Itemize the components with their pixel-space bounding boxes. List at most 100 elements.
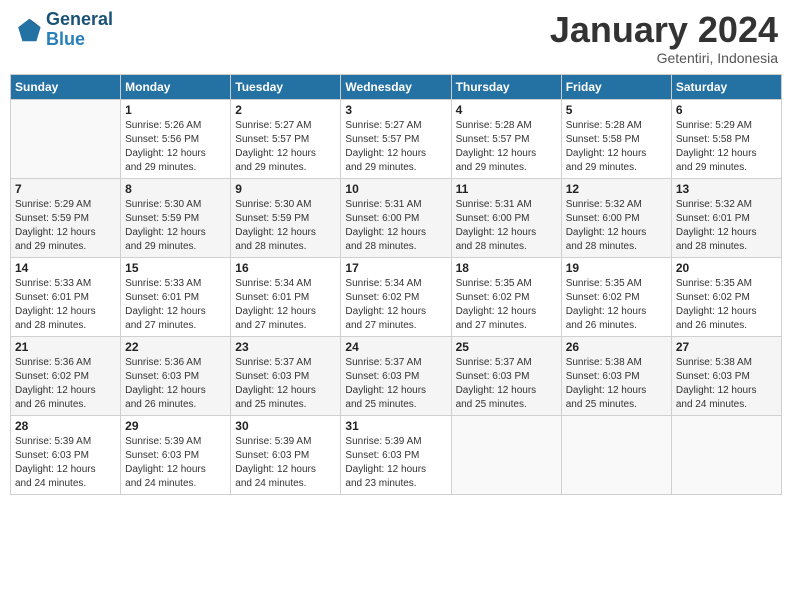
calendar-cell: 25 Sunrise: 5:37 AM Sunset: 6:03 PM Dayli…	[451, 336, 561, 415]
weekday-header-thursday: Thursday	[451, 74, 561, 99]
day-number: 8	[125, 182, 226, 196]
calendar-cell: 24Sunrise: 5:37 AM Sunset: 6:03 PM Dayli…	[341, 336, 451, 415]
logo-line1: General	[46, 10, 113, 30]
title-block: January 2024 Getentiri, Indonesia	[550, 10, 778, 66]
day-info: Sunrise: 5:31 AM Sunset: 6:00 PM Dayligh…	[456, 198, 557, 254]
day-number: 28	[15, 419, 116, 433]
calendar-cell	[451, 415, 561, 494]
calendar-cell: 31 Sunrise: 5:39 AM Sunset: 6:03 PM Dayli…	[341, 415, 451, 494]
day-number: 10	[345, 182, 446, 196]
day-info: Sunrise: 5:35 AM Sunset: 6:02 PM Dayligh…	[566, 277, 667, 333]
calendar-cell: 4 Sunrise: 5:28 AM Sunset: 5:57 PM Daylig…	[451, 99, 561, 178]
weekday-header-wednesday: Wednesday	[341, 74, 451, 99]
calendar-cell: 14Sunrise: 5:33 AM Sunset: 6:01 PM Dayli…	[11, 257, 121, 336]
calendar-week-1: 1 Sunrise: 5:26 AM Sunset: 5:56 PM Daylig…	[11, 99, 782, 178]
logo: General Blue	[14, 10, 113, 50]
day-info: Sunrise: 5:37 AM Sunset: 6:03 PM Dayligh…	[235, 356, 336, 412]
day-number: 4	[456, 103, 557, 117]
day-number: 21	[15, 340, 116, 354]
location: Getentiri, Indonesia	[550, 50, 778, 66]
day-info: Sunrise: 5:30 AM Sunset: 5:59 PM Dayligh…	[125, 198, 226, 254]
calendar-cell: 3 Sunrise: 5:27 AM Sunset: 5:57 PM Daylig…	[341, 99, 451, 178]
weekday-header-monday: Monday	[121, 74, 231, 99]
calendar-cell: 28Sunrise: 5:39 AM Sunset: 6:03 PM Dayli…	[11, 415, 121, 494]
calendar-cell: 5 Sunrise: 5:28 AM Sunset: 5:58 PM Daylig…	[561, 99, 671, 178]
calendar-week-4: 21 Sunrise: 5:36 AM Sunset: 6:02 PM Dayli…	[11, 336, 782, 415]
calendar-cell: 26 Sunrise: 5:38 AM Sunset: 6:03 PM Dayli…	[561, 336, 671, 415]
day-number: 29	[125, 419, 226, 433]
calendar-cell: 2Sunrise: 5:27 AM Sunset: 5:57 PM Daylig…	[231, 99, 341, 178]
day-number: 15	[125, 261, 226, 275]
day-info: Sunrise: 5:39 AM Sunset: 6:03 PM Dayligh…	[345, 435, 446, 491]
day-number: 3	[345, 103, 446, 117]
day-number: 30	[235, 419, 336, 433]
day-number: 16	[235, 261, 336, 275]
day-info: Sunrise: 5:36 AM Sunset: 6:02 PM Dayligh…	[15, 356, 116, 412]
day-info: Sunrise: 5:39 AM Sunset: 6:03 PM Dayligh…	[125, 435, 226, 491]
day-number: 23	[235, 340, 336, 354]
day-number: 5	[566, 103, 667, 117]
calendar-cell: 12Sunrise: 5:32 AM Sunset: 6:00 PM Dayli…	[561, 178, 671, 257]
calendar-cell: 29 Sunrise: 5:39 AM Sunset: 6:03 PM Dayli…	[121, 415, 231, 494]
calendar-cell: 9Sunrise: 5:30 AM Sunset: 5:59 PM Daylig…	[231, 178, 341, 257]
logo-icon	[14, 16, 42, 44]
logo-text: General Blue	[46, 10, 113, 50]
weekday-header-friday: Friday	[561, 74, 671, 99]
weekday-header-row: SundayMondayTuesdayWednesdayThursdayFrid…	[11, 74, 782, 99]
day-info: Sunrise: 5:33 AM Sunset: 6:01 PM Dayligh…	[125, 277, 226, 333]
calendar-cell	[11, 99, 121, 178]
day-info: Sunrise: 5:27 AM Sunset: 5:57 PM Dayligh…	[345, 119, 446, 175]
day-number: 24	[345, 340, 446, 354]
day-number: 19	[566, 261, 667, 275]
day-info: Sunrise: 5:28 AM Sunset: 5:57 PM Dayligh…	[456, 119, 557, 175]
day-info: Sunrise: 5:39 AM Sunset: 6:03 PM Dayligh…	[235, 435, 336, 491]
day-number: 9	[235, 182, 336, 196]
day-number: 14	[15, 261, 116, 275]
day-info: Sunrise: 5:32 AM Sunset: 6:01 PM Dayligh…	[676, 198, 777, 254]
calendar-cell: 11 Sunrise: 5:31 AM Sunset: 6:00 PM Dayli…	[451, 178, 561, 257]
day-info: Sunrise: 5:31 AM Sunset: 6:00 PM Dayligh…	[345, 198, 446, 254]
day-number: 27	[676, 340, 777, 354]
logo-line2: Blue	[46, 30, 113, 50]
calendar-week-3: 14 Sunrise: 5:33 AM Sunset: 6:01 PM Dayli…	[11, 257, 782, 336]
day-number: 13	[676, 182, 777, 196]
day-number: 22	[125, 340, 226, 354]
calendar-cell: 8 Sunrise: 5:30 AM Sunset: 5:59 PM Daylig…	[121, 178, 231, 257]
day-number: 11	[456, 182, 557, 196]
calendar-cell: 20 Sunrise: 5:35 AM Sunset: 6:02 PM Dayli…	[671, 257, 781, 336]
page-header: General Blue January 2024 Getentiri, Ind…	[10, 10, 782, 66]
day-info: Sunrise: 5:29 AM Sunset: 5:58 PM Dayligh…	[676, 119, 777, 175]
calendar-cell: 30 Sunrise: 5:39 AM Sunset: 6:03 PM Dayli…	[231, 415, 341, 494]
calendar-cell: 23 Sunrise: 5:37 AM Sunset: 6:03 PM Dayli…	[231, 336, 341, 415]
calendar-cell: 21 Sunrise: 5:36 AM Sunset: 6:02 PM Dayli…	[11, 336, 121, 415]
calendar-cell: 10 Sunrise: 5:31 AM Sunset: 6:00 PM Dayli…	[341, 178, 451, 257]
day-number: 17	[345, 261, 446, 275]
day-number: 25	[456, 340, 557, 354]
day-number: 12	[566, 182, 667, 196]
day-number: 2	[235, 103, 336, 117]
day-number: 1	[125, 103, 226, 117]
day-info: Sunrise: 5:36 AM Sunset: 6:03 PM Dayligh…	[125, 356, 226, 412]
day-number: 31	[345, 419, 446, 433]
calendar-cell: 6Sunrise: 5:29 AM Sunset: 5:58 PM Daylig…	[671, 99, 781, 178]
weekday-header-sunday: Sunday	[11, 74, 121, 99]
day-info: Sunrise: 5:38 AM Sunset: 6:03 PM Dayligh…	[566, 356, 667, 412]
calendar-body: 1 Sunrise: 5:26 AM Sunset: 5:56 PM Daylig…	[11, 99, 782, 494]
calendar-week-5: 28 Sunrise: 5:39 AM Sunset: 6:03 PM Dayli…	[11, 415, 782, 494]
day-info: Sunrise: 5:34 AM Sunset: 6:02 PM Dayligh…	[345, 277, 446, 333]
calendar-cell: 22 Sunrise: 5:36 AM Sunset: 6:03 PM Dayli…	[121, 336, 231, 415]
weekday-header-saturday: Saturday	[671, 74, 781, 99]
day-info: Sunrise: 5:26 AM Sunset: 5:56 PM Dayligh…	[125, 119, 226, 175]
day-number: 26	[566, 340, 667, 354]
day-info: Sunrise: 5:37 AM Sunset: 6:03 PM Dayligh…	[456, 356, 557, 412]
calendar-cell: 16Sunrise: 5:34 AM Sunset: 6:01 PM Dayli…	[231, 257, 341, 336]
calendar-cell: 7 Sunrise: 5:29 AM Sunset: 5:59 PM Daylig…	[11, 178, 121, 257]
calendar-cell: 13 Sunrise: 5:32 AM Sunset: 6:01 PM Dayli…	[671, 178, 781, 257]
calendar-cell: 18Sunrise: 5:35 AM Sunset: 6:02 PM Dayli…	[451, 257, 561, 336]
day-info: Sunrise: 5:35 AM Sunset: 6:02 PM Dayligh…	[456, 277, 557, 333]
day-info: Sunrise: 5:28 AM Sunset: 5:58 PM Dayligh…	[566, 119, 667, 175]
day-number: 7	[15, 182, 116, 196]
day-info: Sunrise: 5:29 AM Sunset: 5:59 PM Dayligh…	[15, 198, 116, 254]
day-number: 20	[676, 261, 777, 275]
day-info: Sunrise: 5:35 AM Sunset: 6:02 PM Dayligh…	[676, 277, 777, 333]
